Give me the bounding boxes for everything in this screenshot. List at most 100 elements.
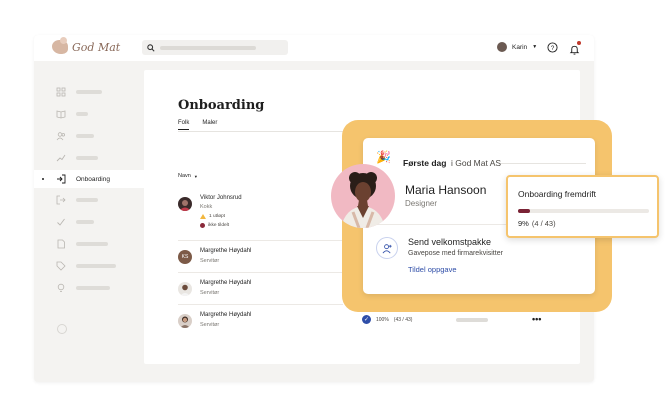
unassigned-badge: ikke tildelt [200,223,229,228]
search-icon [147,43,155,52]
sign-in-icon [57,174,66,184]
sidebar-item-people[interactable] [34,127,144,145]
grid-icon [56,87,66,97]
sidebar-item-label [76,198,98,202]
progress-bar-fill [518,209,530,213]
tab-maler[interactable]: Maler [202,120,217,130]
task-title: Send velkomstpakke [408,237,492,247]
progress-count: (4 / 43) [531,219,556,228]
task-description: Gavepose med firmarekvisitter [408,250,503,257]
sidebar-item-label [76,134,94,138]
unassigned-text: ikke tildelt [208,223,230,228]
employee-role: Designer [405,199,438,208]
person-role: Servitør [200,258,220,264]
sidebar-item-tips[interactable] [34,279,144,297]
person-role: Servitør [200,322,220,328]
notifications-button[interactable] [569,41,581,55]
tab-divider [178,131,343,132]
avatar [178,314,192,328]
user-menu[interactable]: Karin ▼ [497,42,537,52]
progress-count: (43 / 43) [393,316,413,323]
sidebar-item-documents[interactable] [34,235,144,253]
sidebar-item-offboarding[interactable] [34,191,144,209]
progress-percent: 9% [518,219,529,228]
page-title: Onboarding [178,98,265,113]
table-row[interactable]: KS Margrethe Høydahl Servitør [178,248,343,268]
users-icon [56,132,65,141]
person-name: Viktor Johnsrud [200,195,242,201]
sidebar-item-label [76,90,102,94]
row-progress: ✓ 100% (43 / 43) [362,315,412,324]
progress-title: Onboarding fremdrift [518,189,596,199]
row-divider [178,240,343,241]
sidebar-item-tasks[interactable] [34,213,144,231]
notification-badge [577,41,581,45]
sidebar-footer-icon[interactable] [57,324,67,334]
employee-avatar [331,164,395,228]
warning-icon [200,214,206,219]
sidebar-item-label [76,112,88,116]
progress-bar [518,209,649,213]
user-name: Karin [512,43,528,51]
tag-icon [56,261,66,271]
add-user-icon [382,243,392,253]
row-divider [178,272,343,273]
help-icon[interactable]: ? [547,42,558,53]
table-row[interactable]: Margrethe Høydahl Servitør [178,280,343,300]
progress-percent: 100% [376,316,389,323]
check-icon [57,218,65,226]
sort-header-name[interactable]: Navn ▼ [178,173,198,179]
party-popper-icon: 🎉 [376,150,391,164]
brand-logo[interactable]: God Mat [52,37,120,54]
caret-down-icon: ▼ [193,173,198,179]
avatar [497,42,507,52]
check-icon: ✓ [362,315,371,324]
sidebar-item-label [76,242,108,246]
more-options-icon[interactable]: ••• [532,314,541,324]
sidebar-item-label [76,220,94,224]
document-icon [57,239,65,249]
tab-bar: Folk Maler [178,120,217,130]
row-divider [178,304,343,305]
tab-folk[interactable]: Folk [178,120,190,130]
column-header-label: Navn [178,173,191,179]
person-role: Servitør [200,290,220,296]
card-title-rule [501,163,586,164]
search-input[interactable] [142,40,288,55]
status-dot-icon [200,223,205,228]
progress-readout: 9% (4 / 43) [518,219,556,228]
card-company: i God Mat AS [451,158,502,168]
sign-out-icon [56,195,66,205]
task-icon [376,237,398,259]
chevron-down-icon: ▼ [532,44,538,50]
search-placeholder [160,45,256,50]
book-icon [56,110,66,119]
assign-task-link[interactable]: Tildel oppgave [408,265,457,274]
sidebar-item-tags[interactable] [34,257,144,275]
sidebar-item-label: Onboarding [76,175,110,183]
person-name: Margrethe Høydahl [200,312,252,318]
sidebar-item-label [76,286,110,290]
sidebar-item-analytics[interactable] [34,149,144,167]
expired-text: 1 utløpt [209,214,225,219]
bell-icon [569,45,580,55]
sidebar-item-dashboard[interactable] [34,83,144,101]
table-row[interactable]: Margrethe Høydahl Servitør [178,312,343,332]
logo-icon [52,37,68,54]
table-row[interactable]: Viktor Johnsrud Kokk 1 utløpt ikke tilde… [178,194,343,234]
avatar-initials: KS [178,250,192,264]
person-role: Kokk [200,204,213,210]
active-indicator [42,178,44,180]
svg-text:?: ? [551,45,555,52]
row-progress-placeholder [456,318,488,322]
lightbulb-icon [57,283,65,292]
onboarding-progress-card: Onboarding fremdrift 9% (4 / 43) [506,175,659,238]
expired-badge: 1 utløpt [200,214,225,219]
employee-name: Maria Hansoon [405,183,487,197]
sidebar-item-onboarding[interactable]: Onboarding [34,170,144,188]
person-name: Margrethe Høydahl [200,248,252,254]
person-name: Margrethe Høydahl [200,280,252,286]
sidebar-item-label [76,156,98,160]
sidebar: Onboarding [34,61,144,382]
sidebar-item-book[interactable] [34,105,144,123]
